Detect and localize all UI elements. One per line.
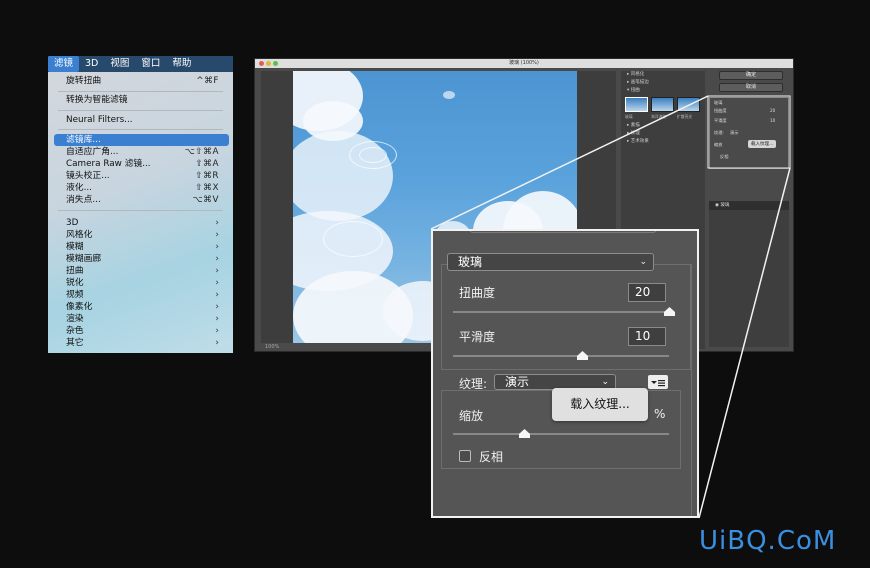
smoothness-input[interactable]: 10 — [628, 327, 666, 346]
watermark-logo: UiBQ.CoM — [699, 526, 837, 556]
scale-slider-track[interactable] — [453, 433, 669, 435]
invert-checkbox[interactable] — [459, 450, 471, 462]
smoothness-label: 平滑度 — [459, 330, 496, 344]
filter-select[interactable]: 玻璃 ⌄ — [447, 253, 654, 271]
chevron-down-icon: ⌄ — [639, 257, 647, 267]
smoothness-slider-track[interactable] — [453, 355, 669, 357]
distortion-slider-track[interactable] — [453, 311, 669, 313]
zoomed-settings-panel: 玻璃 ⌄ 扭曲度 20 平滑度 10 纹理: 演示 ⌄ 缩放 % 载入纹理...… — [431, 229, 699, 518]
scale-unit: % — [654, 407, 666, 421]
smoothness-slider-thumb[interactable] — [577, 351, 589, 360]
load-texture-tooltip[interactable]: 载入纹理... — [552, 388, 648, 421]
distortion-label: 扭曲度 — [459, 286, 496, 300]
invert-label: 反相 — [479, 450, 504, 464]
scale-slider-thumb[interactable] — [518, 429, 530, 438]
texture-label: 纹理: — [459, 377, 488, 391]
distortion-slider-thumb[interactable] — [663, 307, 675, 316]
scale-label: 缩放 — [459, 409, 484, 423]
texture-menu-button[interactable] — [648, 375, 668, 389]
chevron-down-icon: ⌄ — [601, 377, 609, 387]
list-menu-icon — [651, 380, 665, 387]
distortion-input[interactable]: 20 — [628, 283, 666, 302]
